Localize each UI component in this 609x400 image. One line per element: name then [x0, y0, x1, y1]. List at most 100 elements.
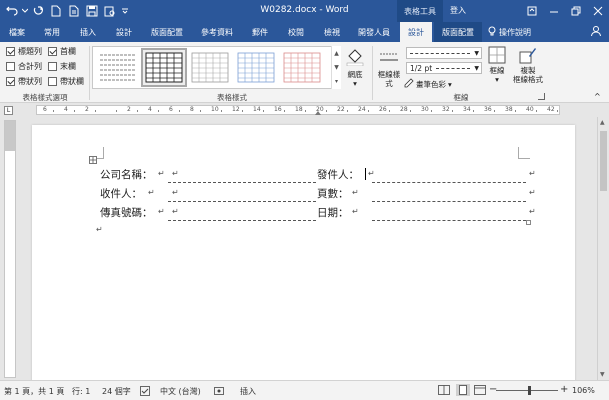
ruler-number: 32 — [442, 106, 450, 113]
print-layout-icon[interactable] — [456, 384, 470, 396]
header-row-checkbox[interactable]: 標題列 — [6, 46, 42, 57]
tab-table-design[interactable]: 設計 — [400, 22, 432, 42]
line-weight-select[interactable]: 1/2 pt ▼ — [406, 62, 482, 74]
collapse-ribbon-icon[interactable]: ^ — [594, 92, 601, 101]
ruler-tick — [347, 110, 348, 112]
tab-view[interactable]: 檢視 — [316, 22, 348, 42]
scroll-thumb[interactable] — [600, 131, 607, 191]
chevron-down-icon: ▾ — [448, 79, 452, 89]
save-icon[interactable] — [84, 3, 100, 19]
zoom-slider[interactable] — [496, 390, 558, 391]
group-separator — [89, 46, 90, 100]
sender-line — [372, 182, 526, 183]
read-mode-icon[interactable] — [438, 385, 450, 397]
macro-record-icon[interactable] — [214, 386, 224, 398]
restore-icon[interactable] — [565, 0, 587, 22]
table-style-blue-grid[interactable] — [235, 50, 277, 85]
shading-button[interactable]: 網底 ▾ — [343, 46, 367, 88]
insert-mode-indicator[interactable]: 插入 — [240, 386, 256, 397]
tab-developer[interactable]: 開發人員 — [352, 22, 396, 42]
ruler-tick — [536, 110, 537, 112]
total-row-checkbox[interactable]: 合計列 — [6, 61, 42, 72]
scroll-up-icon[interactable]: ▲ — [600, 119, 605, 126]
tab-review[interactable]: 校閱 — [280, 22, 312, 42]
ruler-tick — [53, 110, 54, 112]
share-icon[interactable] — [590, 25, 604, 39]
borders-dialog-launcher-icon[interactable] — [538, 93, 545, 100]
language-indicator[interactable]: 中文 (台灣) — [160, 386, 201, 397]
open-document-icon[interactable] — [66, 3, 82, 19]
table-resize-handle-icon[interactable] — [526, 220, 531, 225]
ruler-tick — [452, 110, 453, 112]
gallery-up-icon[interactable]: ▲ — [334, 50, 339, 57]
customize-qat-icon[interactable] — [120, 3, 130, 19]
tell-me-box[interactable]: 操作說明 — [488, 22, 531, 42]
table-style-grid[interactable] — [141, 48, 187, 87]
table-style-light-grid[interactable] — [189, 50, 231, 85]
cell-end-mark: ↵ — [172, 169, 179, 178]
zoom-slider-handle[interactable] — [528, 386, 531, 395]
vertical-scrollbar[interactable]: ▲ ▼ — [597, 117, 609, 380]
indent-marker-icon[interactable] — [315, 111, 321, 115]
scroll-down-icon[interactable]: ▼ — [600, 371, 605, 378]
fax-number-label: 傳真號碼： — [100, 207, 153, 219]
table-style-red-grid[interactable] — [281, 50, 323, 85]
undo-icon[interactable] — [4, 3, 20, 19]
minimize-icon[interactable] — [543, 0, 565, 22]
tab-home[interactable]: 常用 — [36, 22, 68, 42]
border-painter-button[interactable]: 複製 框線格式 — [510, 46, 546, 84]
window-controls — [521, 0, 609, 22]
sign-in-link[interactable]: 登入 — [450, 5, 466, 16]
proofing-icon[interactable] — [140, 386, 150, 398]
undo-dropdown-icon[interactable] — [22, 3, 28, 19]
ribbon-display-options-icon[interactable] — [521, 0, 543, 22]
ruler-tick — [410, 110, 411, 112]
border-styles-button[interactable]: 框線樣式 — [376, 46, 402, 88]
checkbox-unchecked-icon — [48, 62, 57, 71]
status-bar: 第 1 頁，共 1 頁 行: 1 24 個字 中文 (台灣) 插入 − + 10… — [0, 380, 609, 400]
ruler-number: 26 — [379, 106, 387, 113]
page[interactable]: 公司名稱： ↵ ↵ 發件人： ↵ ↵ 收件人： ↵ ↵ 頁數： ↵ ↵ 傳真號碼… — [32, 125, 575, 380]
ruler-strip[interactable]: 6 4 2 2 4 6 8 10 12 14 16 18 20 22 24 26 28 30 32 34 36 38 40 4… — [36, 105, 560, 115]
line-style-select[interactable]: ▼ — [406, 47, 482, 59]
zoom-in-icon[interactable]: + — [560, 384, 568, 395]
company-name-line — [168, 182, 316, 183]
table-style-plain[interactable] — [97, 50, 139, 85]
page-count-line — [372, 201, 526, 202]
ruler-number: 18 — [295, 106, 303, 113]
row-end-mark: ↵ — [529, 188, 536, 197]
ribbon-tabs: 檔案 常用 插入 設計 版面配置 參考資料 郵件 校閱 檢視 開發人員 設計 版… — [0, 22, 609, 42]
ruler-number: 8 — [190, 106, 194, 113]
tab-insert[interactable]: 插入 — [72, 22, 104, 42]
banded-rows-checkbox[interactable]: 帶狀列 — [6, 76, 42, 87]
line-style-preview — [410, 52, 471, 54]
zoom-level[interactable]: 106% — [572, 386, 595, 395]
tab-mailings[interactable]: 郵件 — [244, 22, 276, 42]
gallery-down-icon[interactable]: ▼ — [334, 64, 339, 71]
borders-button[interactable]: 框線 ▾ — [486, 46, 508, 84]
web-layout-icon[interactable] — [474, 385, 486, 397]
gallery-more-icon[interactable]: ▾ — [335, 78, 338, 85]
line-indicator[interactable]: 行: 1 — [72, 386, 90, 397]
tab-design[interactable]: 設計 — [108, 22, 140, 42]
close-icon[interactable] — [587, 0, 609, 22]
tab-selector-icon[interactable]: L — [4, 106, 13, 115]
sender-label: 發件人： — [317, 169, 359, 181]
banded-columns-checkbox[interactable]: 帶狀欄 — [48, 76, 84, 87]
print-preview-icon[interactable] — [102, 3, 118, 19]
table-move-handle-icon[interactable] — [89, 156, 97, 164]
line-weight-preview — [436, 67, 471, 69]
tab-table-layout[interactable]: 版面配置 — [434, 22, 482, 42]
document-area: 公司名稱： ↵ ↵ 發件人： ↵ ↵ 收件人： ↵ ↵ 頁數： ↵ ↵ 傳真號碼… — [16, 117, 597, 380]
page-indicator[interactable]: 第 1 頁，共 1 頁 — [4, 386, 64, 397]
pen-color-button[interactable]: 畫筆色彩 ▾ — [404, 78, 458, 90]
word-count[interactable]: 24 個字 — [102, 386, 131, 397]
redo-icon[interactable] — [30, 3, 46, 19]
first-column-checkbox[interactable]: 首欄 — [48, 46, 76, 57]
tab-file[interactable]: 檔案 — [2, 22, 32, 42]
last-column-checkbox[interactable]: 末欄 — [48, 61, 76, 72]
row-end-mark: ↵ — [529, 207, 536, 216]
tab-references[interactable]: 參考資料 — [194, 22, 240, 42]
new-document-icon[interactable] — [48, 3, 64, 19]
tab-layout[interactable]: 版面配置 — [144, 22, 190, 42]
